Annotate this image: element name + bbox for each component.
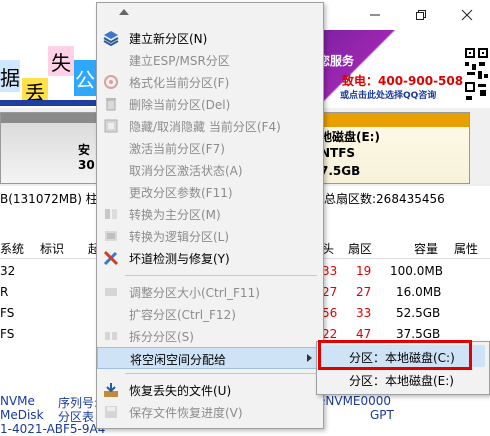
menu-item-deactivate[interactable]: 取消分区激活状态(A)	[97, 159, 323, 181]
col-sector[interactable]: 扇区	[348, 240, 372, 257]
partition-name: 安	[78, 143, 91, 157]
recover-icon	[104, 383, 118, 397]
tools-icon	[103, 250, 119, 266]
banner-tile: 据	[0, 60, 20, 92]
ad-qq-link[interactable]: 或点击此处选择QQ咨询	[340, 88, 436, 101]
partition-size: 7.5GB	[320, 164, 361, 178]
menu-separator	[125, 275, 317, 276]
banner-tile: 失	[48, 46, 74, 76]
banner-stripe	[0, 100, 96, 106]
restore-icon[interactable]	[398, 0, 444, 30]
menu-item-delete[interactable]: 删除当前分区(Del)	[97, 93, 323, 115]
resize-icon	[105, 288, 117, 296]
menu-item-create-esp-msr[interactable]: 建立ESP/MSR分区	[97, 49, 323, 71]
partition-fs: NTFS	[320, 146, 356, 160]
menu-item-recover-files[interactable]: 恢复丢失的文件(U)	[97, 379, 323, 401]
menu-item-to-logical[interactable]: 转换为逻辑分区(L)	[97, 225, 323, 247]
split-icon	[105, 332, 117, 340]
ad-phone[interactable]: 致电：400-900-5080	[342, 72, 471, 89]
close-icon[interactable]	[444, 0, 490, 30]
new-partition-icon	[103, 31, 119, 46]
save-icon	[105, 406, 117, 418]
banner-tile: 公	[74, 60, 96, 96]
col-id[interactable]: 标识	[40, 240, 64, 257]
menu-item-format[interactable]: 格式化当前分区(F)	[97, 71, 323, 93]
menu-item-resize[interactable]: 调整分区大小(Ctrl_F11)	[97, 281, 323, 303]
menu-item-change-params[interactable]: 更改分区参数(F11)	[97, 181, 323, 203]
hide-icon	[104, 119, 118, 133]
menu-item-extend[interactable]: 扩容分区(Ctrl_F12)	[97, 303, 323, 325]
menu-item-new-partition[interactable]: 建立新分区(N)	[97, 27, 323, 49]
menu-item-split[interactable]: 拆分分区(S)	[97, 325, 323, 347]
qr-code-icon	[463, 44, 490, 106]
partition-size: 30	[78, 158, 95, 172]
disk-capacity-text: B(131072MB) 柱[	[0, 192, 103, 206]
format-icon	[104, 75, 118, 89]
submenu-arrow-icon	[307, 354, 312, 362]
col-fs[interactable]: 系统	[0, 240, 24, 257]
menu-item-to-primary[interactable]: 转换为主分区(M)	[97, 203, 323, 225]
menu-item-bad-sector-check[interactable]: 坏道检测与修复(Y)	[97, 247, 323, 269]
partition-name: 地磁盘(E:)	[320, 130, 380, 144]
menu-item-save-progress[interactable]: 保存文件恢复进度(V)	[97, 401, 323, 423]
menu-item-allocate-free-space[interactable]: 将空闲空间分配给	[97, 347, 323, 369]
primary-icon	[105, 209, 117, 219]
menu-item-hide-unhide[interactable]: 隐藏/取消隐藏 当前分区(F4)	[97, 115, 323, 137]
context-menu: 建立新分区(N) 建立ESP/MSR分区 格式化当前分区(F) 删除当前分区(D…	[96, 2, 324, 429]
logical-icon	[105, 231, 117, 241]
highlight-annotation	[318, 340, 472, 370]
minimize-icon[interactable]	[352, 0, 398, 30]
col-attr[interactable]: 属性	[454, 240, 478, 257]
menu-item-activate[interactable]: 激活当前分区(F7)	[97, 137, 323, 159]
col-size[interactable]: 容量	[414, 240, 438, 257]
menu-separator	[125, 373, 317, 374]
delete-icon	[106, 98, 116, 111]
submenu-item-local-disk-e[interactable]: 分区：本地磁盘(E:)	[319, 368, 485, 390]
total-sectors-text: 总扇区数:268435456	[324, 192, 445, 206]
menu-scroll-up-icon[interactable]	[119, 9, 129, 15]
